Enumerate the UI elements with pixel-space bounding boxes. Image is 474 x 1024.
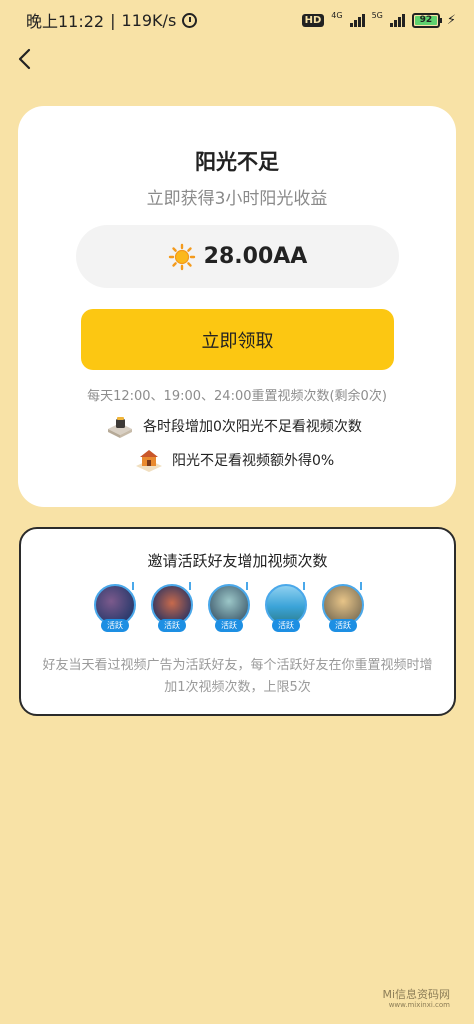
network-label-5g: 5G xyxy=(371,10,383,20)
info-row-text-2: 阳光不足看视频额外得0% xyxy=(172,453,335,469)
chevron-left-icon xyxy=(18,48,31,70)
active-badge: 活跃 xyxy=(158,619,186,632)
back-button[interactable] xyxy=(12,44,40,74)
tray-icon xyxy=(108,417,132,438)
alarm-icon xyxy=(182,12,198,28)
info-row-text-1: 各时段增加0次阳光不足看视频次数 xyxy=(143,419,362,435)
invite-title: 邀请活跃好友增加视频次数 xyxy=(147,552,328,570)
friend-avatar[interactable]: 活跃 xyxy=(265,582,310,632)
amount-pill: 28.00AA xyxy=(76,225,399,288)
network-speed: 119K/s xyxy=(121,10,177,30)
battery-level: 92 xyxy=(419,15,433,25)
sun-icon xyxy=(168,243,195,270)
avatar-corner-mark xyxy=(246,582,253,590)
sunlight-card: 阳光不足 立即获得3小时阳光收益 28.00AA 立即领取 每天12:00、19… xyxy=(18,106,456,507)
invite-description: 好友当天看过视频广告为活跃好友，每个活跃好友在你重置视频时增加1次视频次数，上限… xyxy=(42,658,433,695)
active-badge: 活跃 xyxy=(101,619,129,632)
signal-icon-2 xyxy=(389,13,405,27)
info-row-extra-bonus: 阳光不足看视频额外得0% xyxy=(134,446,334,474)
battery-icon: 92 xyxy=(411,12,442,28)
active-badge: 活跃 xyxy=(272,619,300,632)
card-subtitle: 立即获得3小时阳光收益 xyxy=(146,189,328,209)
status-bar: 晚上11:22 | 119K/s HD 4G 5G 92 ⚡ xyxy=(0,0,474,40)
avatar-corner-mark xyxy=(132,582,139,590)
site-watermark: Mi信息资码网 www.mixinxi.com xyxy=(382,988,450,1010)
friend-avatar[interactable]: 活跃 xyxy=(208,582,253,632)
info-row-video-count: 各时段增加0次阳光不足看视频次数 xyxy=(105,412,362,440)
active-badge: 活跃 xyxy=(215,619,243,632)
charging-icon: ⚡ xyxy=(446,12,456,28)
friend-avatar-list: 活跃 活跃 活跃 活跃 活跃 xyxy=(94,582,367,632)
status-divider: | xyxy=(110,10,116,30)
status-time: 晚上11:22 xyxy=(26,12,105,31)
hd-icon: HD xyxy=(301,13,325,27)
watermark-text: Mi信息资码网 xyxy=(382,988,450,1001)
network-label-4g: 4G xyxy=(331,10,343,20)
signal-icon xyxy=(349,13,365,27)
avatar-corner-mark xyxy=(303,582,310,590)
invite-friends-card: 邀请活跃好友增加视频次数 活跃 活跃 活跃 活跃 活跃 好友当天看过视频广告为活 xyxy=(19,527,456,716)
active-badge: 活跃 xyxy=(329,619,357,632)
claim-now-button[interactable]: 立即领取 xyxy=(81,309,394,370)
friend-avatar[interactable]: 活跃 xyxy=(151,582,196,632)
watermark-url: www.mixinxi.com xyxy=(388,1001,450,1009)
card-title: 阳光不足 xyxy=(195,150,279,174)
avatar-corner-mark xyxy=(360,582,367,590)
house-icon xyxy=(136,450,162,472)
avatar-corner-mark xyxy=(189,582,196,590)
sunlight-amount: 28.00AA xyxy=(203,244,308,269)
reset-note: 每天12:00、19:00、24:00重置视频次数(剩余0次) xyxy=(87,389,387,404)
friend-avatar[interactable]: 活跃 xyxy=(94,582,139,632)
friend-avatar[interactable]: 活跃 xyxy=(322,582,367,632)
